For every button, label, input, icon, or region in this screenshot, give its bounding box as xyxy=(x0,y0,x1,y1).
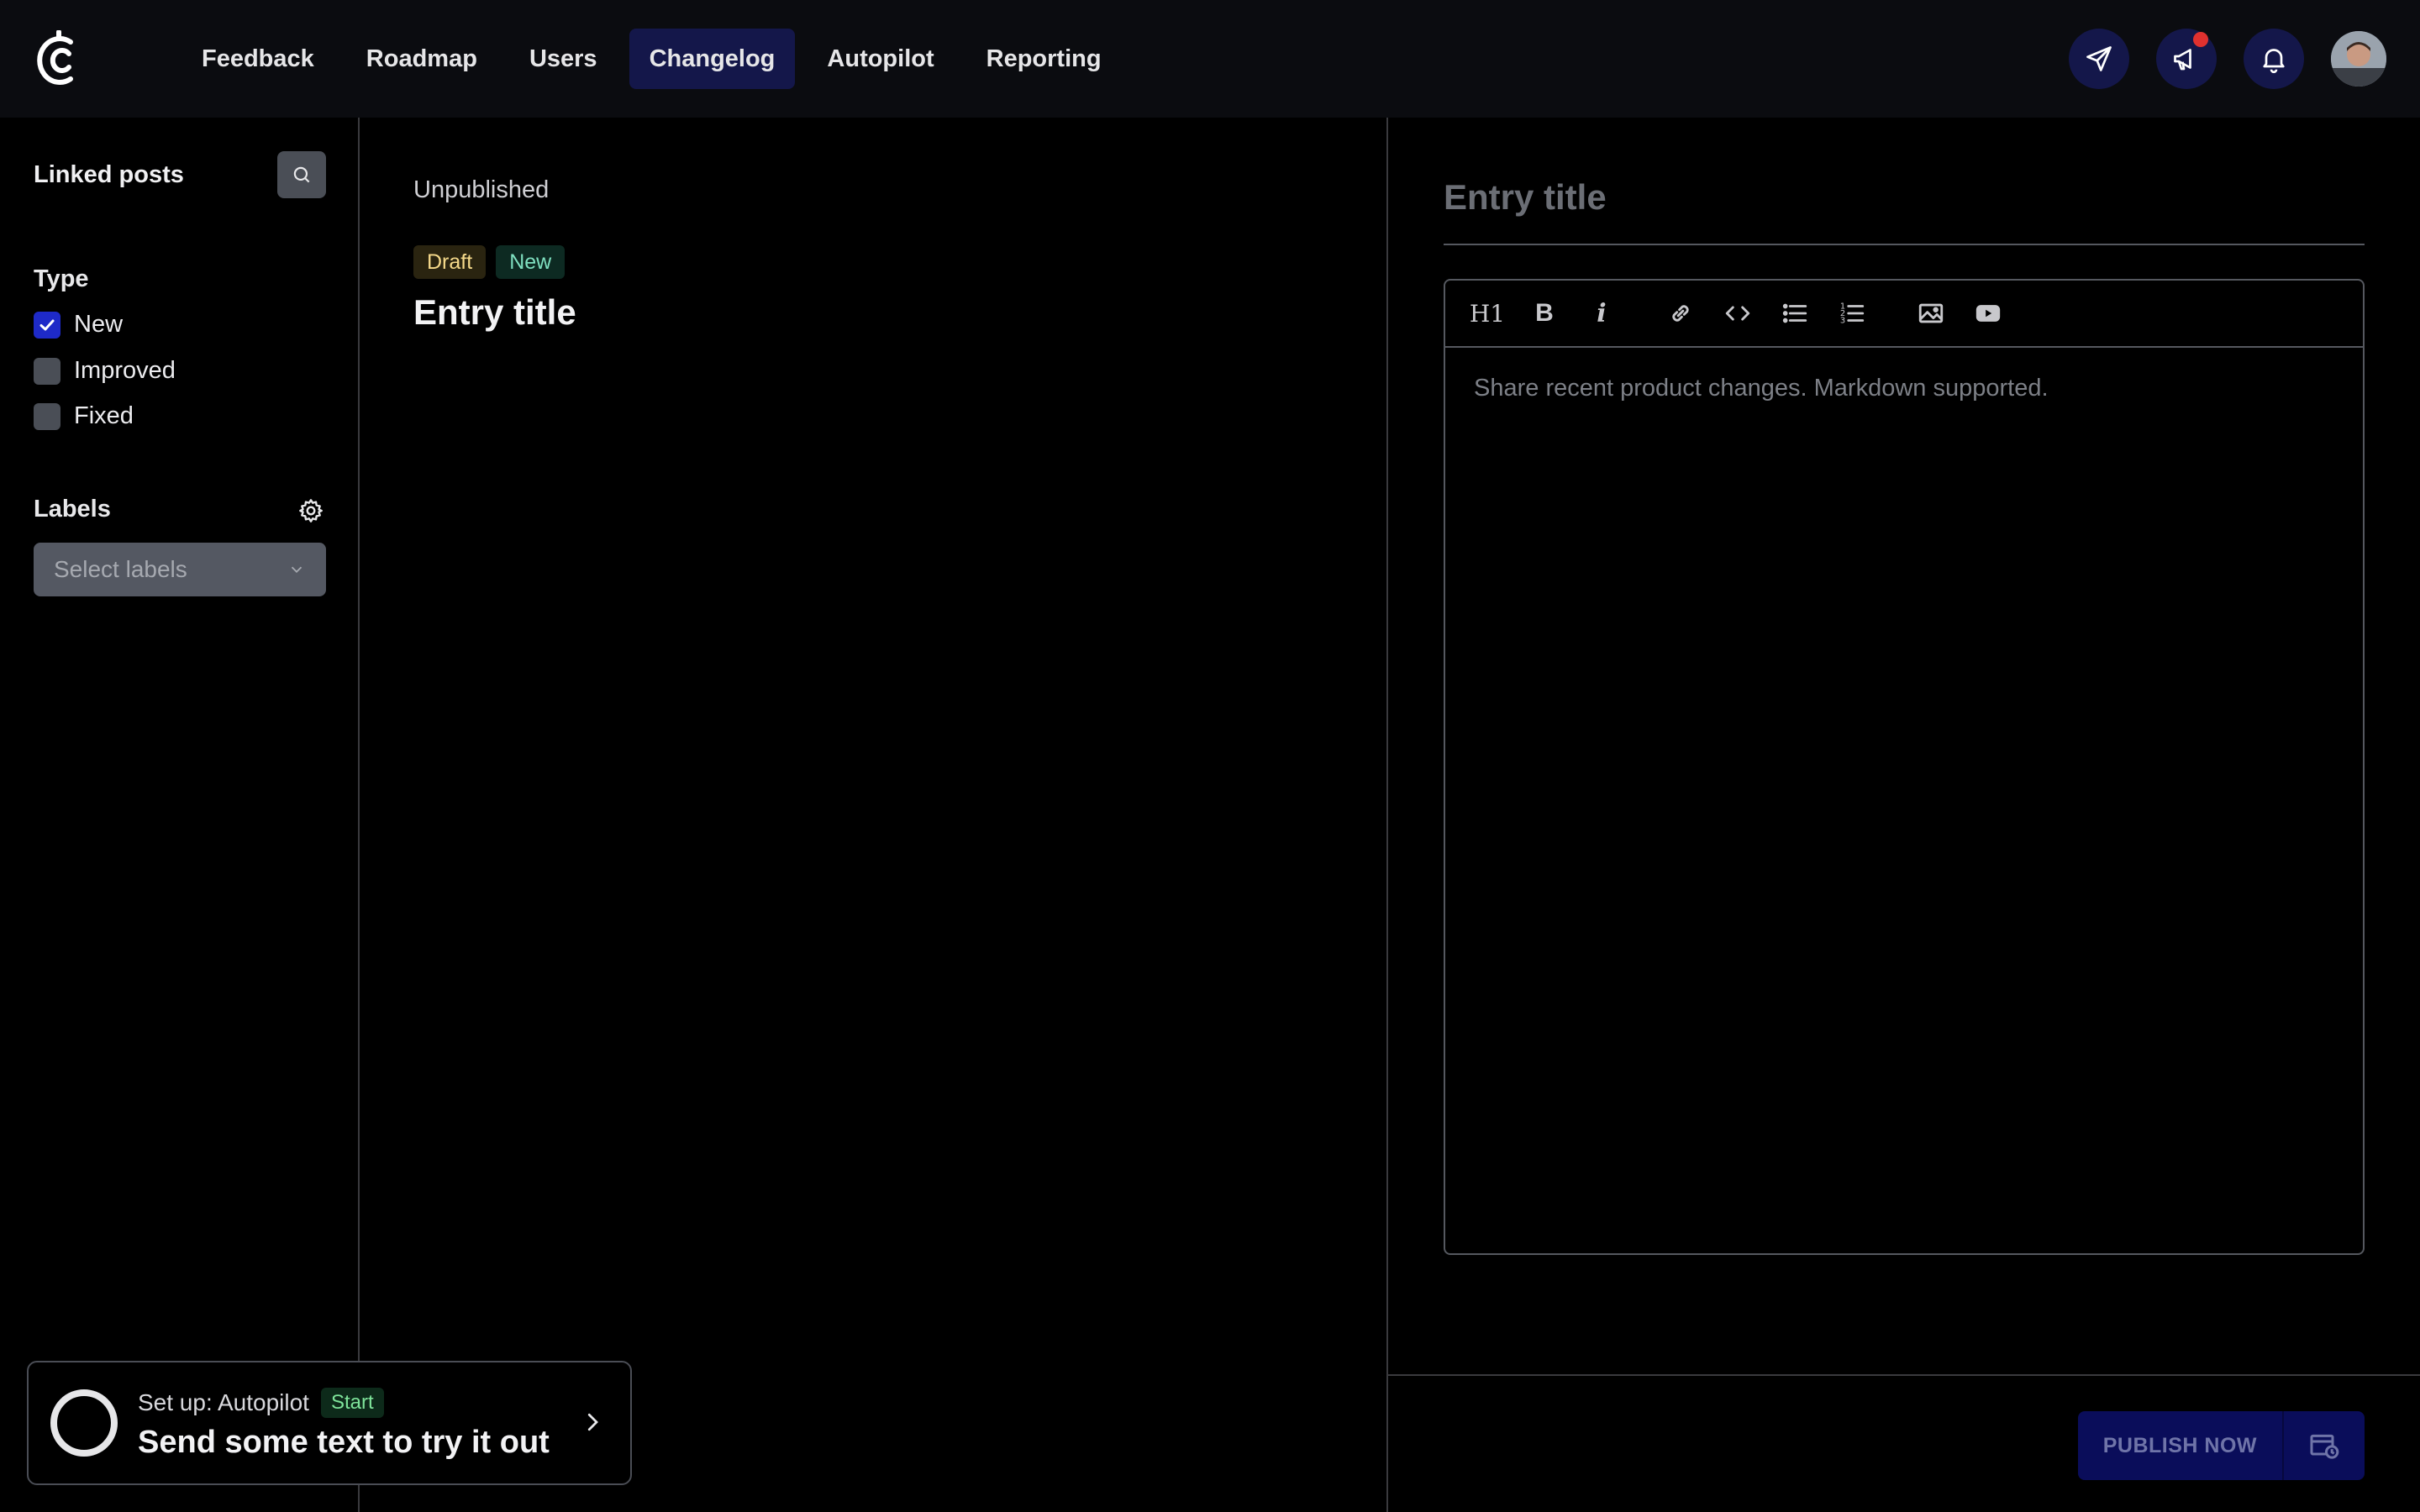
send-icon xyxy=(2086,46,2112,71)
notifications-button[interactable] xyxy=(2244,29,2304,89)
publish-now-button[interactable]: PUBLISH NOW xyxy=(2077,1411,2282,1480)
editor-body: H1 B i 123 Share recent product changes.… xyxy=(1444,279,2365,1255)
top-actions xyxy=(2069,29,2386,89)
setup-subtitle: Set up: Autopilot Start xyxy=(138,1388,384,1418)
main-nav: Feedback Roadmap Users Changelog Autopil… xyxy=(182,29,1122,89)
bullet-list-button[interactable] xyxy=(1778,297,1812,330)
nav-autopilot[interactable]: Autopilot xyxy=(807,29,954,89)
type-fixed-label: Fixed xyxy=(74,402,134,429)
type-option-new[interactable]: New xyxy=(34,311,123,339)
type-heading: Type xyxy=(34,265,89,292)
link-icon xyxy=(1672,305,1689,322)
announcements-button[interactable] xyxy=(2156,29,2217,89)
image-icon xyxy=(1918,303,1944,323)
labels-heading: Labels xyxy=(34,496,111,522)
linked-posts-search-button[interactable] xyxy=(277,151,326,198)
nav-users[interactable]: Users xyxy=(509,29,618,89)
image-button[interactable] xyxy=(1914,297,1948,330)
filter-sidebar: Linked posts Type New Improved Fixed Lab… xyxy=(0,118,360,1512)
new-badge: New xyxy=(496,245,566,279)
editor-body-placeholder[interactable]: Share recent product changes. Markdown s… xyxy=(1474,375,2049,402)
type-fixed-checkbox[interactable] xyxy=(34,402,60,430)
chevron-right-icon xyxy=(587,1413,598,1431)
type-improved-checkbox[interactable] xyxy=(34,357,60,385)
video-button[interactable] xyxy=(1971,297,2005,330)
code-icon xyxy=(1725,306,1750,321)
entry-preview: Unpublished Draft New Entry title xyxy=(361,118,1388,1512)
top-navbar: Feedback Roadmap Users Changelog Autopil… xyxy=(0,0,2420,118)
gear-icon[interactable] xyxy=(297,497,324,524)
nav-roadmap[interactable]: Roadmap xyxy=(346,29,497,89)
numbered-list-icon: 123 xyxy=(1840,302,1865,325)
labels-select-placeholder: Select labels xyxy=(54,556,187,582)
nav-changelog[interactable]: Changelog xyxy=(629,29,796,89)
progress-ring-icon xyxy=(50,1389,118,1457)
checkmark-icon xyxy=(39,319,55,330)
setup-autopilot-card[interactable]: Set up: Autopilot Start Send some text t… xyxy=(27,1361,632,1485)
publish-button-group: PUBLISH NOW xyxy=(2077,1411,2365,1480)
svg-text:3: 3 xyxy=(1840,316,1845,325)
italic-button[interactable]: i xyxy=(1585,297,1618,330)
numbered-list-button[interactable]: 123 xyxy=(1835,297,1869,330)
setup-title: Send some text to try it out xyxy=(138,1425,550,1460)
bold-button[interactable]: B xyxy=(1528,297,1561,330)
code-button[interactable] xyxy=(1721,297,1754,330)
video-icon xyxy=(1975,305,2001,322)
labels-select[interactable]: Select labels xyxy=(34,543,326,596)
notification-dot xyxy=(2193,32,2208,47)
type-new-checkbox[interactable] xyxy=(34,311,60,339)
entry-title-input[interactable]: Entry title xyxy=(1444,151,2365,245)
type-new-label: New xyxy=(74,311,124,338)
avatar-image-icon xyxy=(2331,31,2386,87)
start-badge: Start xyxy=(320,1388,384,1418)
type-option-fixed[interactable]: Fixed xyxy=(34,402,134,430)
bullet-list-icon xyxy=(1782,303,1807,323)
type-option-improved[interactable]: Improved xyxy=(34,357,176,385)
entry-badges: Draft New xyxy=(413,245,566,279)
linked-posts-heading: Linked posts xyxy=(34,161,184,188)
send-button[interactable] xyxy=(2069,29,2129,89)
setup-subtitle-text: Set up: Autopilot xyxy=(138,1389,309,1415)
entry-editor: Entry title H1 B i 123 Share recent prod… xyxy=(1388,118,2420,1512)
draft-badge: Draft xyxy=(413,245,487,279)
schedule-button[interactable] xyxy=(2284,1411,2365,1480)
app-logo-icon[interactable] xyxy=(34,30,84,89)
bell-icon xyxy=(2263,49,2285,74)
nav-feedback[interactable]: Feedback xyxy=(182,29,334,89)
preview-title: Entry title xyxy=(413,292,576,332)
editor-footer: PUBLISH NOW xyxy=(1388,1374,2420,1512)
link-button[interactable] xyxy=(1664,297,1697,330)
megaphone-icon xyxy=(2174,49,2191,71)
search-icon xyxy=(293,166,310,183)
publish-status: Unpublished xyxy=(413,176,550,203)
editor-toolbar: H1 B i 123 xyxy=(1445,281,2363,348)
type-improved-label: Improved xyxy=(74,357,176,384)
heading-button[interactable]: H1 xyxy=(1470,297,1505,330)
chevron-down-icon xyxy=(291,566,302,574)
avatar[interactable] xyxy=(2331,31,2386,87)
calendar-clock-icon xyxy=(2310,1434,2339,1459)
nav-reporting[interactable]: Reporting xyxy=(966,29,1122,89)
